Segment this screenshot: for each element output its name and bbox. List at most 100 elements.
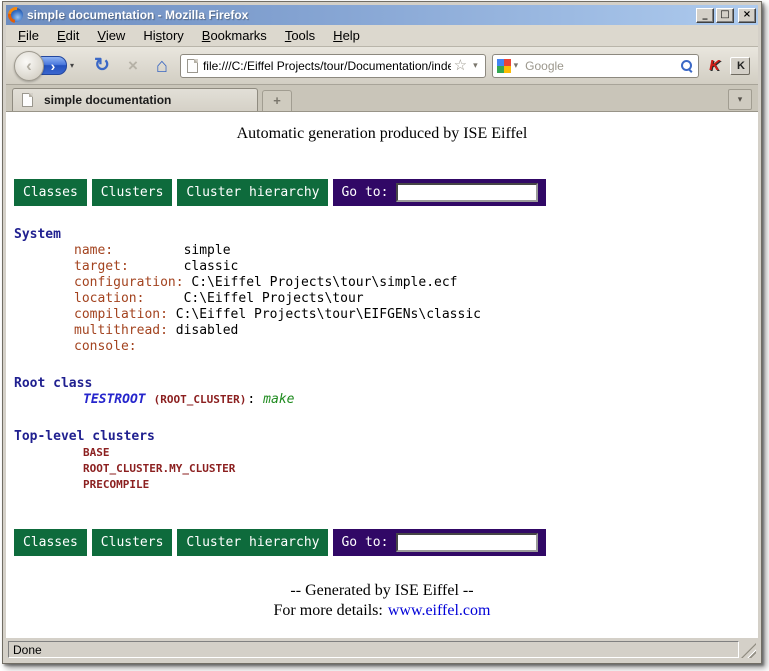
search-input[interactable] [521,59,680,73]
goto-box: Go to: [333,529,546,556]
goto-input[interactable] [396,183,538,202]
status-bar: Done [6,638,758,660]
cluster-link[interactable]: BASE [14,445,750,461]
site-favicon [187,59,198,73]
goto-input[interactable] [396,533,538,552]
cluster-link[interactable]: ROOT_CLUSTER.MY_CLUSTER [14,461,750,477]
property-value: disabled [176,323,239,338]
generated-by-line: -- Generated by ISE Eiffel -- [14,581,750,601]
property-value: C:\Eiffel Projects\tour\simple.ecf [191,275,457,290]
tab-page-icon [22,93,33,107]
property-label: location: [74,291,184,306]
window-controls: _ □ × [696,8,756,23]
menu-item[interactable]: History [135,26,191,45]
system-properties: name: simple target: classic configurati… [14,243,750,355]
nav-button[interactable]: Clusters [92,529,173,556]
menu-item[interactable]: Bookmarks [194,26,275,45]
forward-arrow-icon: › [51,59,56,73]
property-label: configuration: [74,275,191,290]
property-value: classic [184,259,239,274]
url-bar[interactable]: ☆ ▾ [180,54,486,78]
resize-grip-icon[interactable] [741,643,756,658]
doc-nav-row-top: ClassesClustersCluster hierarchy Go to: [14,179,750,206]
search-magnifier-icon[interactable] [680,59,694,73]
system-property-row: multithread: disabled [14,323,750,339]
system-property-row: configuration: C:\Eiffel Projects\tour\s… [14,275,750,291]
property-label: compilation: [74,307,176,322]
root-class-link[interactable]: TESTROOT [83,392,146,407]
eiffel-website-link[interactable]: www.eiffel.com [388,602,491,619]
property-label: target: [74,259,184,274]
tab-label: simple documentation [44,93,250,107]
property-label: multithread: [74,323,176,338]
system-property-row: name: simple [14,243,750,259]
root-class-line: TESTROOT (ROOT_CLUSTER): make [14,392,750,408]
cluster-link[interactable]: PRECOMPILE [14,477,750,493]
search-engine-dropdown-icon[interactable]: ▾ [511,60,522,71]
more-details-line: For more details: www.eiffel.com [14,601,750,621]
k-addon-button[interactable]: K [730,57,750,75]
page-content: Automatic generation produced by ISE Eif… [6,112,758,638]
root-class-heading: Root class [14,376,750,392]
root-feature-link[interactable]: make [263,392,294,407]
tab-simple-documentation[interactable]: simple documentation [12,88,258,111]
menu-bar: File Edit View History Bookmarks Tools H… [6,25,758,47]
url-history-dropdown-icon[interactable]: ▾ [470,60,481,71]
status-text: Done [8,641,739,658]
doc-header: Automatic generation produced by ISE Eif… [14,125,750,143]
property-value: simple [184,243,231,258]
close-button[interactable]: × [738,8,756,23]
doc-nav-buttons: ClassesClustersCluster hierarchy [14,529,328,556]
stop-icon[interactable]: × [122,57,144,74]
kaspersky-icon[interactable]: K [705,57,724,74]
menu-item[interactable]: Help [325,26,368,45]
back-button[interactable]: ‹ [14,51,44,81]
title-bar[interactable]: simple documentation - Mozilla Firefox _… [6,5,758,25]
cluster-list: BASEROOT_CLUSTER.MY_CLUSTERPRECOMPILE [14,445,750,493]
list-all-tabs-icon[interactable]: ▾ [728,89,752,110]
menu-item[interactable]: Edit [49,26,87,45]
nav-button[interactable]: Cluster hierarchy [177,179,328,206]
minimize-button[interactable]: _ [696,8,714,23]
tab-bar: simple documentation + ▾ [6,85,758,112]
menu-item[interactable]: View [89,26,133,45]
back-arrow-icon: ‹ [26,57,32,74]
bookmark-star-icon[interactable]: ☆ [451,58,470,73]
window-title: simple documentation - Mozilla Firefox [27,8,696,22]
menu-item[interactable]: Tools [277,26,323,45]
search-box[interactable]: ▾ [492,54,700,78]
menu-item[interactable]: File [10,26,47,45]
navigation-toolbar: ‹ › ▾ ↻ × ⌂ ☆ ▾ ▾ K K [6,47,758,85]
goto-label: Go to: [341,535,388,550]
goto-label: Go to: [341,185,388,200]
more-details-text: For more details: [274,602,383,619]
system-heading: System [14,227,750,243]
goto-box: Go to: [333,179,546,206]
reload-icon[interactable]: ↻ [88,56,116,75]
system-property-row: console: [14,339,750,355]
property-value: C:\Eiffel Projects\tour\EIFGENs\classic [176,307,481,322]
forward-history-dropdown-icon[interactable]: ▾ [70,61,74,70]
nav-button[interactable]: Classes [14,179,87,206]
new-tab-button[interactable]: + [262,90,292,111]
doc-nav-row-bottom: ClassesClustersCluster hierarchy Go to: [14,529,750,556]
url-input[interactable] [203,59,451,73]
home-icon[interactable]: ⌂ [150,56,174,76]
doc-nav-buttons: ClassesClustersCluster hierarchy [14,179,328,206]
back-forward-group: ‹ › ▾ [14,51,74,81]
clusters-heading: Top-level clusters [14,429,750,445]
firefox-window: simple documentation - Mozilla Firefox _… [2,1,762,664]
nav-button[interactable]: Classes [14,529,87,556]
system-property-row: location: C:\Eiffel Projects\tour [14,291,750,307]
nav-button[interactable]: Clusters [92,179,173,206]
root-class-colon: : [247,392,255,407]
firefox-icon[interactable] [9,8,23,22]
root-cluster-link[interactable]: (ROOT_CLUSTER) [154,393,247,406]
nav-button[interactable]: Cluster hierarchy [177,529,328,556]
property-label: name: [74,243,184,258]
maximize-button[interactable]: □ [716,8,734,23]
google-search-engine-icon[interactable] [497,59,511,73]
doc-footer: -- Generated by ISE Eiffel -- For more d… [14,581,750,621]
system-property-row: target: classic [14,259,750,275]
property-value: C:\Eiffel Projects\tour [184,291,364,306]
